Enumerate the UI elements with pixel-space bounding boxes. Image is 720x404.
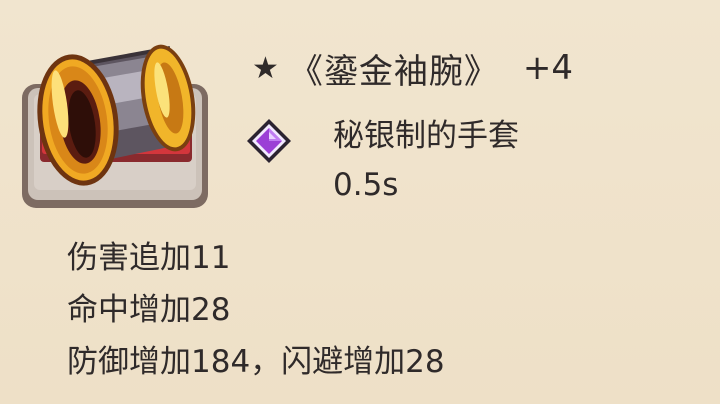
item-tooltip-panel: ★ 《鎏金袖腕》 +4 秘银制的手套 0.5s 伤害追加11 命中增加28 防御… <box>0 0 720 404</box>
item-name: 《鎏金袖腕》 <box>288 51 499 92</box>
item-title: ★ 《鎏金袖腕》 +4 <box>252 44 573 92</box>
item-cooldown: 0.5s <box>333 167 399 203</box>
item-material-description: 秘银制的手套 <box>333 118 519 154</box>
item-icon-slot[interactable] <box>20 24 210 210</box>
stat-line: 命中增加28 <box>67 292 231 328</box>
stat-line: 伤害追加11 <box>67 240 231 276</box>
star-icon: ★ <box>252 50 279 86</box>
stat-line: 防御增加184，闪避增加28 <box>67 344 445 380</box>
enhance-level: +4 <box>522 48 574 88</box>
purple-gem-icon <box>245 117 293 165</box>
golden-bracer-icon <box>22 44 208 208</box>
stat-list: 伤害追加11 命中增加28 防御增加184，闪避增加28 <box>67 232 445 388</box>
